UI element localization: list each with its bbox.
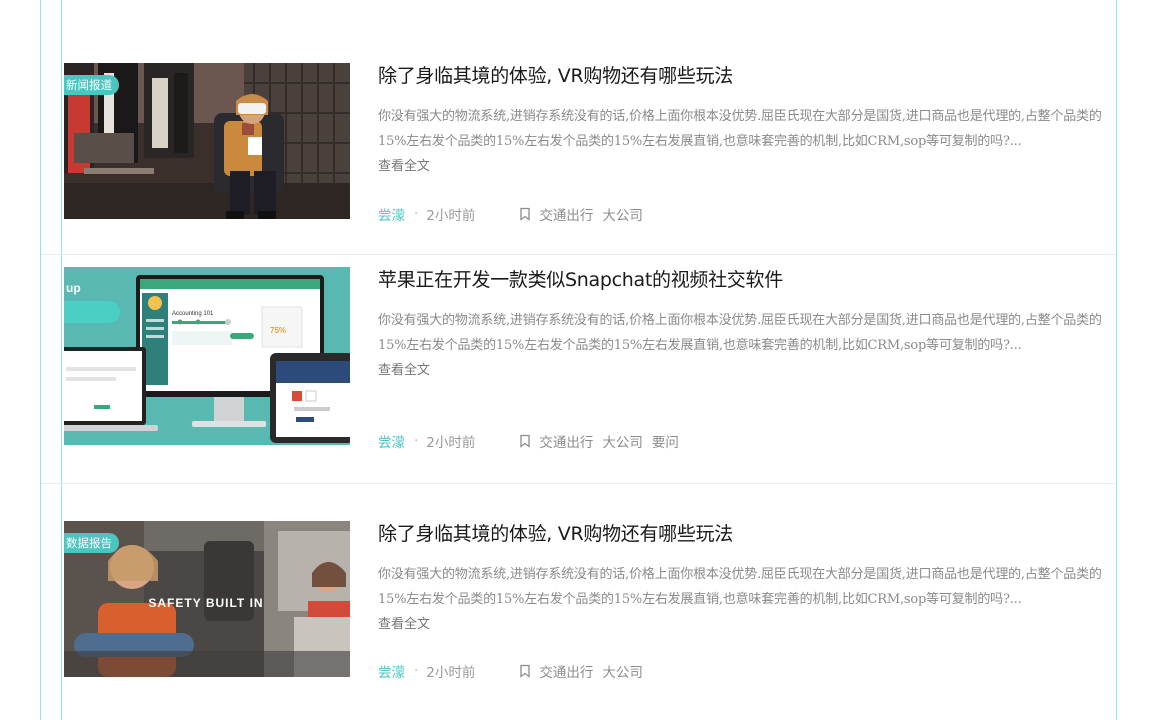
author-name[interactable]: 尝濛: [378, 431, 405, 451]
article-meta: 尝濛 · 2小时前 交通出行 大公司: [378, 204, 643, 224]
guide-line-inner: [61, 0, 62, 720]
publish-time: 2小时前: [426, 665, 476, 681]
article-summary: 你没有强大的物流系统,进销存系统没有的话,价格上面你根本没优势.屈臣氏现在大部分…: [378, 313, 1102, 353]
article-title[interactable]: 苹果正在开发一款类似Snapchat的视频社交软件: [378, 265, 783, 292]
article-tag[interactable]: 大公司: [602, 431, 643, 451]
article-tag[interactable]: 大公司: [602, 661, 643, 681]
publish-time: 2小时前: [426, 435, 476, 451]
article-divider: [41, 254, 1116, 255]
article-badge: 数据报告: [64, 533, 119, 553]
image-caption: SAFETY BUILT IN: [148, 596, 263, 610]
read-more-link[interactable]: 查看全文: [378, 358, 430, 383]
article-divider: [41, 483, 1116, 484]
article-thumbnail[interactable]: up Accounting 101 75%: [64, 267, 350, 445]
publish-time: 2小时前: [426, 208, 476, 224]
article-tag[interactable]: 要问: [652, 431, 679, 451]
article-tag[interactable]: 交通出行: [539, 431, 593, 451]
article-tag[interactable]: 交通出行: [539, 661, 593, 681]
read-more-link[interactable]: 查看全文: [378, 154, 430, 179]
article-thumbnail[interactable]: 新闻报道: [64, 63, 350, 219]
read-more-link[interactable]: 查看全文: [378, 612, 430, 637]
meta-separator: ·: [414, 206, 419, 222]
article-summary: 你没有强大的物流系统,进销存系统没有的话,价格上面你根本没优势.屈臣氏现在大部分…: [378, 109, 1102, 149]
guide-line-left: [40, 0, 41, 720]
article-summary: 你没有强大的物流系统,进销存系统没有的话,价格上面你根本没优势.屈臣氏现在大部分…: [378, 567, 1102, 607]
image-corner-label: up: [66, 281, 81, 295]
article-meta: 尝濛 · 2小时前 交通出行 大公司 要问: [378, 431, 679, 451]
article-tag[interactable]: 交通出行: [539, 204, 593, 224]
bookmark-icon[interactable]: [519, 434, 531, 448]
article-thumbnail[interactable]: SAFETY BUILT IN 数据报告: [64, 521, 350, 677]
article-badge: 新闻报道: [64, 75, 119, 95]
meta-separator: ·: [414, 433, 419, 449]
article-title[interactable]: 除了身临其境的体验, VR购物还有哪些玩法: [378, 519, 733, 546]
image-screen-value: 75%: [270, 326, 286, 335]
guide-line-right: [1116, 0, 1117, 720]
bookmark-icon[interactable]: [519, 207, 531, 221]
meta-separator: ·: [414, 663, 419, 679]
image-screen-heading: Accounting 101: [172, 311, 214, 317]
devices-mockup-photo: up Accounting 101 75%: [64, 267, 350, 445]
article-meta: 尝濛 · 2小时前 交通出行 大公司: [378, 661, 643, 681]
article-tag[interactable]: 大公司: [602, 204, 643, 224]
author-name[interactable]: 尝濛: [378, 204, 405, 224]
article-feed: 新闻报道 除了身临其境的体验, VR购物还有哪些玩法 你没有强大的物流系统,进销…: [0, 0, 1149, 720]
author-name[interactable]: 尝濛: [378, 661, 405, 681]
bookmark-icon[interactable]: [519, 664, 531, 678]
article-title[interactable]: 除了身临其境的体验, VR购物还有哪些玩法: [378, 61, 733, 88]
